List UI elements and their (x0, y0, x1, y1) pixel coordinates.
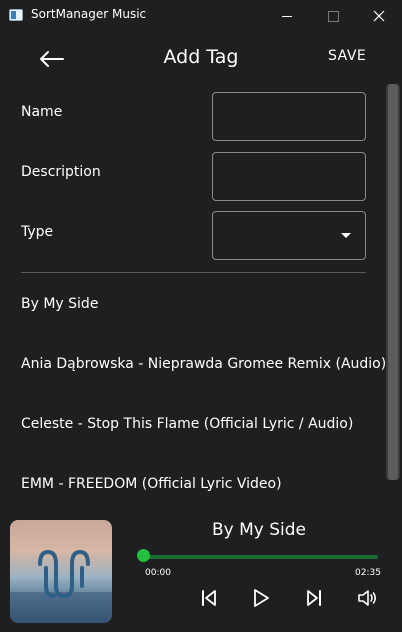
player-bar: By My Side 00:00 02:35 (0, 505, 402, 632)
list-item[interactable]: Ania Dąbrowska - Nieprawda Gromee Remix … (21, 356, 386, 372)
save-button[interactable]: SAVE (328, 48, 366, 64)
list-item[interactable]: By My Side (21, 296, 98, 312)
minimize-button[interactable] (264, 0, 310, 32)
progress-knob[interactable] (137, 549, 150, 562)
skip-next-icon (307, 590, 321, 606)
scrollbar-thumb[interactable] (388, 84, 398, 480)
list-item[interactable]: EMM - FREEDOM (Official Lyric Video) (21, 476, 282, 492)
app-window: SortManager Music Add Tag SAVE Name Desc… (0, 0, 402, 632)
play-icon (254, 589, 269, 607)
type-label: Type (21, 224, 54, 240)
current-time: 00:00 (145, 568, 171, 578)
list-item[interactable]: Celeste - Stop This Flame (Official Lyri… (21, 416, 353, 432)
name-label: Name (21, 104, 63, 120)
title-bar: SortManager Music (0, 0, 402, 32)
volume-icon (358, 590, 377, 606)
type-dropdown[interactable] (212, 211, 366, 260)
chevron-down-icon (341, 233, 351, 238)
description-label: Description (21, 164, 101, 180)
play-button[interactable] (250, 587, 272, 609)
name-field[interactable] (212, 92, 366, 141)
close-button[interactable] (356, 0, 402, 32)
app-icon (9, 9, 23, 21)
now-playing-title: By My Side (211, 520, 307, 540)
maximize-icon (327, 10, 339, 22)
maximize-button[interactable] (310, 0, 356, 32)
description-field[interactable] (212, 152, 366, 201)
skip-previous-icon (202, 590, 216, 606)
window-title: SortManager Music (31, 7, 147, 21)
close-icon (373, 10, 385, 22)
minimize-icon (282, 15, 292, 17)
total-time: 02:35 (355, 568, 381, 578)
next-button[interactable] (303, 587, 325, 609)
album-logo-icon (10, 549, 112, 623)
volume-button[interactable] (356, 587, 378, 609)
album-art (10, 520, 112, 623)
scrollbar[interactable] (386, 84, 400, 480)
previous-button[interactable] (198, 587, 220, 609)
progress-track[interactable] (144, 555, 378, 559)
divider (21, 272, 366, 273)
